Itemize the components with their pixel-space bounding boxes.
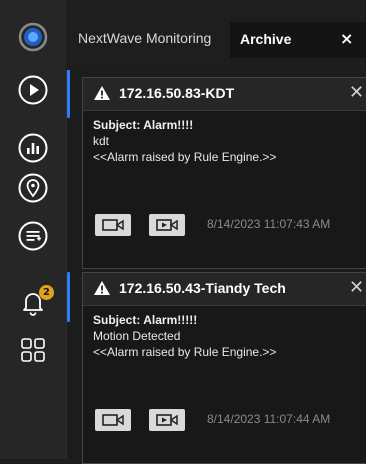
alarm-source: <<Alarm raised by Rule Engine.>>	[93, 150, 277, 164]
alarms-button[interactable]: 2	[10, 282, 56, 322]
camera-icon	[102, 414, 124, 426]
reports-button[interactable]	[10, 128, 56, 168]
alarm-card-header: 172.16.50.83-KDT ✕	[83, 78, 366, 111]
live-view-button[interactable]	[10, 70, 56, 110]
list-icon	[18, 221, 48, 251]
warning-icon	[94, 86, 110, 100]
play-icon	[18, 75, 48, 105]
grid-icon	[21, 338, 45, 362]
close-icon[interactable]: ✕	[349, 277, 364, 298]
playback-button[interactable]	[149, 214, 185, 236]
alarm-marker	[67, 272, 70, 322]
tab-archive-label: Archive	[240, 31, 292, 47]
alarm-count-badge: 2	[39, 285, 54, 300]
alarm-description: Motion Detected	[93, 329, 181, 343]
top-bar: NextWave Monitoring Archive ×	[66, 0, 366, 70]
close-icon[interactable]: ✕	[349, 82, 364, 103]
location-pin-icon	[18, 173, 48, 203]
map-button[interactable]	[10, 168, 56, 208]
tab-nextwave-monitoring[interactable]: NextWave Monitoring	[78, 30, 211, 46]
tab-close-button[interactable]: ×	[340, 29, 353, 48]
alarm-card: 172.16.50.83-KDT ✕ Subject: Alarm!!!! kd…	[82, 77, 366, 269]
camera-icon	[102, 219, 124, 231]
apps-button[interactable]	[10, 330, 56, 370]
video-playback-icon	[156, 219, 178, 231]
chart-icon	[18, 133, 48, 163]
events-list-button[interactable]	[10, 216, 56, 256]
alarm-card: 172.16.50.43-Tiandy Tech ✕ Subject: Alar…	[82, 272, 366, 464]
logo-icon	[18, 22, 48, 52]
alarm-title: 172.16.50.43-Tiandy Tech	[119, 280, 286, 296]
alarm-timestamp: 8/14/2023 11:07:44 AM	[207, 412, 331, 426]
logo-button[interactable]	[10, 17, 56, 57]
alarm-source: <<Alarm raised by Rule Engine.>>	[93, 345, 277, 359]
camera-button[interactable]	[95, 214, 131, 236]
warning-icon	[94, 281, 110, 295]
video-playback-icon	[156, 414, 178, 426]
alarm-description: kdt	[93, 134, 110, 148]
alarm-timestamp: 8/14/2023 11:07:43 AM	[207, 217, 331, 231]
alarm-card-header: 172.16.50.43-Tiandy Tech ✕	[83, 273, 366, 306]
alarm-subject: Subject: Alarm!!!!	[93, 118, 194, 132]
active-marker	[67, 66, 70, 118]
camera-button[interactable]	[95, 409, 131, 431]
alarm-title: 172.16.50.83-KDT	[119, 85, 235, 101]
playback-button[interactable]	[149, 409, 185, 431]
tab-archive[interactable]: Archive ×	[230, 22, 366, 58]
left-rail: 2	[0, 0, 67, 459]
alarm-subject: Subject: Alarm!!!!!	[93, 313, 198, 327]
